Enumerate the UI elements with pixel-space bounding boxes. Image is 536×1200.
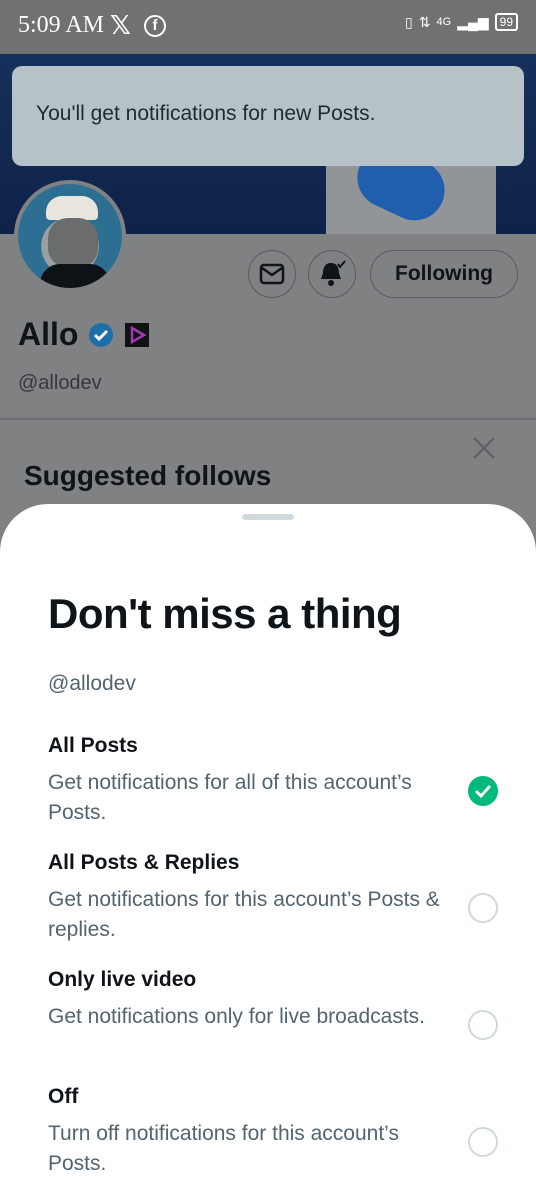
radio-all-posts[interactable] <box>468 776 498 806</box>
option-off[interactable]: Off Turn off notifications for this acco… <box>48 1085 498 1179</box>
radio-off[interactable] <box>468 1127 498 1157</box>
radio-all-posts-replies[interactable] <box>468 893 498 923</box>
toast-message: You'll get notifications for new Posts. <box>36 102 376 125</box>
option-title: Only live video <box>48 968 197 991</box>
following-label: Following <box>395 262 493 285</box>
notifications-button[interactable] <box>308 250 356 298</box>
option-live-video[interactable]: Only live video Get notifications only f… <box>48 968 498 1040</box>
close-icon[interactable] <box>470 434 498 462</box>
option-title: All Posts <box>48 734 138 757</box>
status-time: 5:09 AM <box>18 12 105 38</box>
message-button[interactable] <box>248 250 296 298</box>
badge-icon[interactable] <box>124 322 150 348</box>
profile-handle: @allodev <box>18 372 102 394</box>
avatar-face <box>48 218 98 268</box>
notification-toast: You'll get notifications for new Posts. <box>12 66 524 166</box>
check-icon <box>474 784 492 798</box>
option-all-posts[interactable]: All Posts Get notifications for all of t… <box>48 734 498 828</box>
option-all-posts-replies[interactable]: All Posts & Replies Get notifications fo… <box>48 851 498 945</box>
radio-live-video[interactable] <box>468 1010 498 1040</box>
sheet-handle: @allodev <box>48 672 136 695</box>
battery-level: 99 <box>499 15 513 29</box>
suggested-follows-title: Suggested follows <box>24 460 272 491</box>
sheet-title: Don't miss a thing <box>48 590 402 637</box>
avatar-shirt <box>40 264 110 288</box>
option-description: Get notifications for this account’s Pos… <box>48 888 440 941</box>
option-title: All Posts & Replies <box>48 851 240 874</box>
following-button[interactable]: Following <box>370 250 518 298</box>
avatar[interactable] <box>14 180 126 292</box>
verified-icon <box>89 322 114 347</box>
status-bar: 5:09 AM 𝕏 f ▯ ⇅ 4G ▂▄▆ 99 <box>0 0 536 54</box>
avatar-cap <box>46 196 98 220</box>
option-description: Turn off notifications for this account’… <box>48 1122 399 1175</box>
battery-icon: 99 <box>494 13 518 31</box>
status-icons: ▯ ⇅ 4G ▂▄▆ 99 <box>405 13 518 31</box>
notification-settings-sheet: Don't miss a thing @allodev All Posts Ge… <box>0 504 536 1200</box>
network-type: 4G <box>436 16 452 28</box>
data-arrows-icon: ⇅ <box>418 13 431 30</box>
profile-name: Allo <box>18 316 79 352</box>
vibrate-icon: ▯ <box>405 13 413 30</box>
facebook-icon: f <box>144 15 166 37</box>
option-title: Off <box>48 1085 79 1108</box>
x-logo-icon: 𝕏 <box>110 11 131 41</box>
signal-icon: ▂▄▆ <box>457 13 489 30</box>
divider <box>0 418 536 420</box>
option-description: Get notifications only for live broadcas… <box>48 1005 426 1028</box>
sheet-grabber[interactable] <box>242 514 294 520</box>
option-description: Get notifications for all of this accoun… <box>48 771 412 824</box>
bell-icon <box>321 260 346 286</box>
profile-name-row: Allo <box>18 316 150 353</box>
mail-icon <box>259 263 285 285</box>
